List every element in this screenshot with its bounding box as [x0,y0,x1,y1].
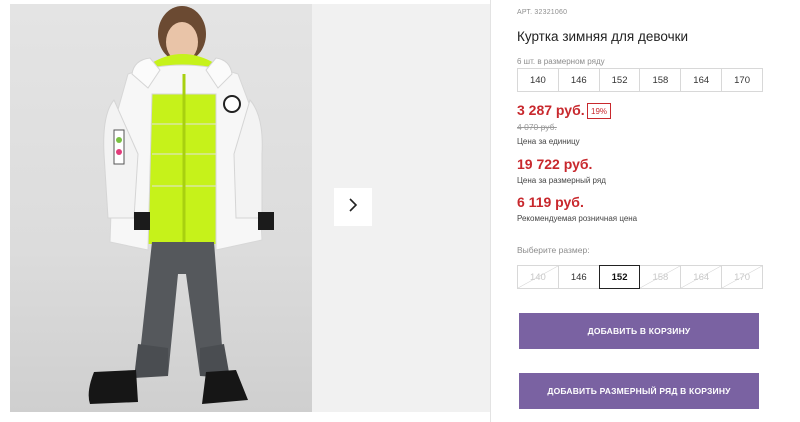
size-run-item: 164 [681,69,723,91]
size-picker: 140 146 152 158 164 170 [517,265,763,289]
size-option-158: 158 [639,265,682,289]
product-photo[interactable] [10,4,312,412]
size-run-item: 140 [518,69,559,91]
size-option-164: 164 [680,265,723,289]
unit-price: 3 287 руб. [517,102,585,118]
unit-price-label: Цена за единицу [517,137,580,146]
size-run-item: 170 [734,74,750,86]
product-gallery [0,0,490,422]
product-title: Куртка зимняя для девочки [517,29,689,44]
size-option-170: 170 [721,265,763,289]
add-to-cart-button[interactable]: ДОБАВИТЬ В КОРЗИНУ [519,313,759,349]
size-run-item: 146 [559,69,600,91]
size-picker-label: Выберите размер: [517,245,590,255]
size-run-list: 140 146 152 158 164 170 [517,68,763,92]
size-run-note: 6 шт. в размерном ряду [517,57,605,66]
add-size-run-to-cart-button[interactable]: ДОБАВИТЬ РАЗМЕРНЫЙ РЯД В КОРЗИНУ [519,373,759,409]
old-price: 4 070 руб. [517,122,557,132]
panel-divider [490,0,491,422]
discount-badge: 19% [587,103,612,119]
gallery-next-button[interactable] [334,188,372,226]
article-number: АРТ. 32321060 [517,9,568,16]
size-option-146[interactable]: 146 [557,265,600,289]
size-run-item: 158 [640,69,682,91]
rrp-price-label: Рекомендуемая розничная цена [517,214,638,223]
size-run-item: 152 [600,69,641,91]
chevron-right-icon [347,197,359,218]
size-option-152[interactable]: 152 [598,265,641,289]
product-photo-illustration [88,6,274,404]
run-price-label: Цена за размерный ряд [517,176,606,185]
run-price: 19 722 руб. [517,156,593,172]
rrp-price: 6 119 руб. [517,194,584,210]
size-option-140: 140 [517,265,559,289]
